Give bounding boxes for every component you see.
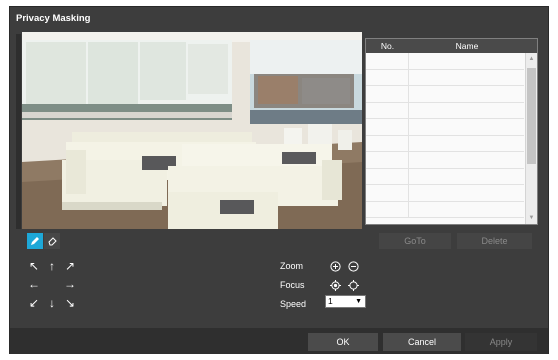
mask-list-header: No. Name xyxy=(366,39,537,53)
scroll-thumb[interactable] xyxy=(527,68,536,164)
list-row[interactable] xyxy=(366,201,524,218)
speed-label: Speed xyxy=(280,299,307,309)
list-row[interactable] xyxy=(366,86,524,103)
zoom-label: Zoom xyxy=(280,261,304,271)
pan-left-arrow-icon[interactable]: ← xyxy=(27,277,41,291)
speed-select[interactable]: 1 ▼ xyxy=(325,295,366,308)
list-row[interactable] xyxy=(366,135,524,152)
ok-button[interactable]: OK xyxy=(308,333,378,351)
list-row[interactable] xyxy=(366,168,524,185)
zoom-in-icon[interactable] xyxy=(330,261,341,272)
dialog-title: Privacy Masking xyxy=(16,13,91,24)
list-row[interactable] xyxy=(366,119,524,136)
eraser-icon xyxy=(48,237,57,246)
pan-right-arrow-icon[interactable]: → xyxy=(63,277,77,291)
list-row[interactable] xyxy=(366,102,524,119)
column-name-header: Name xyxy=(455,41,479,51)
list-row[interactable] xyxy=(366,152,524,169)
list-row[interactable] xyxy=(366,69,524,86)
pencil-icon xyxy=(31,237,39,245)
apply-button[interactable]: Apply xyxy=(465,333,537,351)
list-row[interactable] xyxy=(366,185,524,202)
erase-mask-button[interactable] xyxy=(44,233,60,249)
speed-value: 1 xyxy=(328,296,333,306)
list-scrollbar[interactable]: ▲ ▼ xyxy=(525,53,537,224)
pan-down-right-arrow-icon[interactable]: ↘ xyxy=(63,296,77,310)
pan-up-right-arrow-icon[interactable]: ↗ xyxy=(63,259,77,273)
mask-list: No. Name ▲ ▼ xyxy=(365,38,538,225)
camera-scene-image xyxy=(22,32,362,229)
column-no-header: No. xyxy=(380,41,395,51)
pan-up-arrow-icon[interactable]: ↑ xyxy=(45,259,59,273)
focus-far-icon[interactable] xyxy=(348,280,359,291)
mask-list-rows xyxy=(366,53,524,224)
pan-up-left-arrow-icon[interactable]: ↖ xyxy=(27,259,41,273)
camera-view[interactable] xyxy=(22,32,362,229)
scroll-up-arrow-icon[interactable]: ▲ xyxy=(526,53,537,65)
delete-button[interactable]: Delete xyxy=(457,233,532,249)
goto-button[interactable]: GoTo xyxy=(379,233,451,249)
privacy-masking-dialog: Privacy Masking No. Name ▲ ▼ GoTo Delete… xyxy=(9,6,549,354)
panel-divider xyxy=(16,34,21,229)
focus-label: Focus xyxy=(280,280,305,290)
list-row[interactable] xyxy=(366,53,524,70)
pan-down-arrow-icon[interactable]: ↓ xyxy=(45,296,59,310)
zoom-out-icon[interactable] xyxy=(348,261,359,272)
focus-near-icon[interactable] xyxy=(330,280,341,291)
chevron-down-icon: ▼ xyxy=(355,298,362,305)
draw-mask-button[interactable] xyxy=(27,233,43,249)
cancel-button[interactable]: Cancel xyxy=(383,333,461,351)
pan-down-left-arrow-icon[interactable]: ↙ xyxy=(27,296,41,310)
scroll-down-arrow-icon[interactable]: ▼ xyxy=(526,212,537,224)
